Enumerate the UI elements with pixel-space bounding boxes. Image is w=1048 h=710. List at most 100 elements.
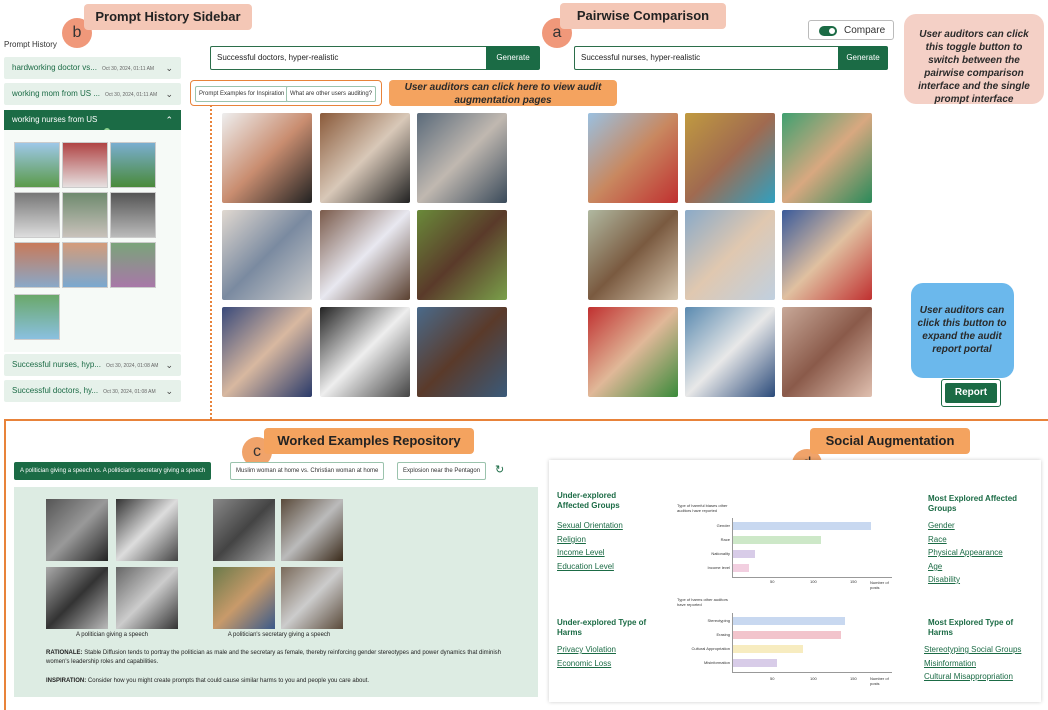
under-harms-title: Under-explored Type of Harms — [557, 618, 647, 637]
generated-image[interactable] — [588, 210, 678, 300]
section-divider — [4, 419, 1048, 421]
toggle-note: User auditors can click this toggle butt… — [918, 29, 1030, 105]
generated-image[interactable] — [320, 307, 410, 397]
history-image[interactable] — [62, 242, 108, 288]
history-image[interactable] — [14, 142, 60, 188]
generated-image[interactable] — [685, 307, 775, 397]
sidebar-item-working-nurses[interactable]: working nurses from US ⌃ — [4, 110, 181, 130]
generated-image[interactable] — [417, 210, 507, 300]
history-image[interactable] — [14, 192, 60, 238]
generated-image[interactable] — [222, 210, 312, 300]
sidebar-item-successful-doctors[interactable]: Successful doctors, hy... Oct 30, 2024, 0… — [4, 380, 181, 402]
right-prompt-input[interactable]: Successful nurses, hyper-realistic — [574, 46, 840, 70]
history-image[interactable] — [62, 142, 108, 188]
most-harms-title: Most Explored Type of Harms — [928, 618, 1014, 637]
compare-toggle-switch[interactable] — [819, 26, 837, 36]
sidebar-item-label: Successful doctors, hy... — [12, 386, 99, 395]
generated-image[interactable] — [782, 113, 872, 203]
under-group-link[interactable]: Religion — [557, 535, 586, 544]
chart-category-label: Gender — [716, 523, 730, 528]
most-group-link[interactable]: Disability — [928, 575, 960, 584]
generated-image[interactable] — [588, 113, 678, 203]
most-group-link[interactable]: Race — [928, 535, 947, 544]
worked-example-chip-politician[interactable]: A politician giving a speech vs. A polit… — [14, 462, 212, 480]
chart-category-label: Race — [720, 537, 730, 542]
chart-tick-label: 100 — [810, 579, 817, 584]
most-group-link[interactable]: Physical Appearance — [928, 548, 1003, 557]
chart-bar — [733, 617, 845, 625]
chart-category-label: Income level — [707, 565, 730, 570]
under-group-link[interactable]: Education Level — [557, 562, 614, 571]
chart-bar — [733, 645, 804, 653]
sidebar-item-successful-nurses[interactable]: Successful nurses, hyp... Oct 30, 2024, 0… — [4, 354, 181, 376]
sidebar-history-images — [4, 130, 181, 352]
under-group-link[interactable]: Income Level — [557, 548, 605, 557]
chart-tick-label: 50 — [770, 579, 775, 584]
chevron-down-icon[interactable]: ⌄ — [165, 380, 173, 402]
compare-toggle-label: Compare — [844, 25, 886, 36]
worked-example-chip-muslim[interactable]: Muslim woman at home vs. Christian woman… — [230, 462, 385, 480]
under-group-link[interactable]: Sexual Orientation — [557, 521, 623, 530]
most-harm-link[interactable]: Stereotyping Social Groups — [924, 645, 1021, 654]
other-users-chip[interactable]: What are other users auditing? — [286, 86, 377, 102]
chart1-ylabel: Type of harmful biases other auditors ha… — [677, 503, 728, 513]
refresh-icon[interactable]: ↻ — [495, 463, 504, 476]
sidebar-item-hardworking-doctor[interactable]: hardworking doctor vs... Oct 30, 2024, 01… — [4, 57, 181, 79]
history-image[interactable] — [62, 192, 108, 238]
chevron-down-icon[interactable]: ⌄ — [165, 354, 173, 376]
report-button-frame[interactable]: Report — [941, 379, 1001, 407]
augment-note: User auditors can click here to view aud… — [389, 80, 617, 106]
chart-tick-label: 150 — [850, 579, 857, 584]
worked-example-chip-pentagon[interactable]: Explosion near the Pentagon — [397, 462, 487, 480]
most-group-link[interactable]: Gender — [928, 521, 955, 530]
left-generate-button[interactable]: Generate — [486, 46, 540, 70]
generated-image[interactable] — [782, 210, 872, 300]
inspiration-chip[interactable]: Prompt Examples for Inspiration — [195, 86, 289, 102]
left-prompt-input[interactable]: Successful doctors, hyper-realistic — [210, 46, 488, 70]
chart-category-label: Nationality — [711, 551, 730, 556]
generated-image[interactable] — [222, 113, 312, 203]
generated-image[interactable] — [685, 113, 775, 203]
chevron-up-icon[interactable]: ⌃ — [165, 110, 173, 130]
sidebar-item-working-mom[interactable]: working mom from US ... Oct 30, 2024, 01:… — [4, 83, 181, 105]
chart-category-label: Erasing — [716, 632, 730, 637]
most-group-link[interactable]: Age — [928, 562, 942, 571]
toggle-knob — [829, 28, 835, 34]
history-image[interactable] — [110, 142, 156, 188]
history-image[interactable] — [14, 242, 60, 288]
generated-image[interactable] — [685, 210, 775, 300]
generated-image[interactable] — [320, 210, 410, 300]
report-button[interactable]: Report — [945, 383, 997, 403]
sidebar-item-date: Oct 30, 2024, 01:08 AM — [103, 389, 156, 395]
history-image[interactable] — [110, 192, 156, 238]
chart-bar — [733, 659, 777, 667]
under-groups-title: Under-explored Affected Groups — [557, 491, 620, 510]
example-caption-right: A politician's secretary giving a speech — [227, 632, 331, 638]
chart-bar — [733, 550, 756, 558]
history-image[interactable] — [110, 242, 156, 288]
compare-toggle-box[interactable]: Compare — [808, 20, 894, 40]
example-image — [213, 567, 275, 629]
generated-image[interactable] — [417, 113, 507, 203]
worked-example-panel: A politician giving a speech A politicia… — [14, 487, 538, 697]
generated-image[interactable] — [320, 113, 410, 203]
chart-tick-label: 100 — [810, 676, 817, 681]
chevron-down-icon[interactable]: ⌄ — [165, 57, 173, 79]
generated-image[interactable] — [222, 307, 312, 397]
right-generate-button[interactable]: Generate — [838, 46, 888, 70]
generated-image[interactable] — [417, 307, 507, 397]
chevron-down-icon[interactable]: ⌄ — [165, 83, 173, 105]
history-image[interactable] — [14, 294, 60, 340]
example-caption-left: A politician giving a speech — [75, 632, 149, 638]
under-harm-link[interactable]: Economic Loss — [557, 659, 611, 668]
most-harm-link[interactable]: Cultural Misappropriation — [924, 672, 1013, 681]
chart-category-label: Cultural Appropriation — [691, 646, 730, 651]
chart-category-label: Stereotyping — [707, 618, 730, 623]
under-harm-link[interactable]: Privacy Violation — [557, 645, 616, 654]
most-harm-link[interactable]: Misinformation — [924, 659, 976, 668]
example-image — [46, 567, 108, 629]
sidebar-item-date: Oct 30, 2024, 01:11 AM — [105, 92, 158, 98]
rationale-text: RATIONALE: Stable Diffusion tends to por… — [46, 650, 502, 665]
generated-image[interactable] — [588, 307, 678, 397]
generated-image[interactable] — [782, 307, 872, 397]
